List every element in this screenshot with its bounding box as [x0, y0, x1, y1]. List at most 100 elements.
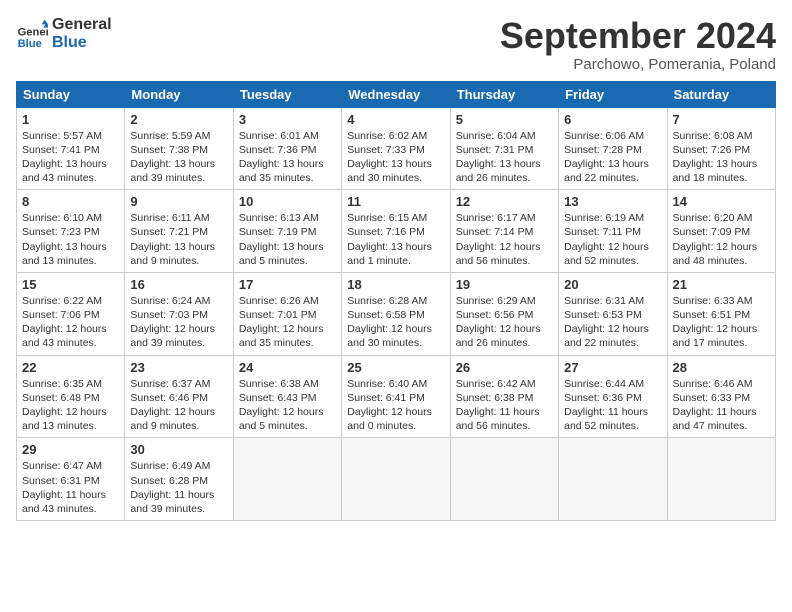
day-cell: 23 Sunrise: 6:37 AMSunset: 6:46 PMDayligh… — [125, 355, 233, 438]
day-number: 27 — [564, 360, 661, 375]
day-cell: 21Sunrise: 6:33 AMSunset: 6:51 PMDayligh… — [667, 272, 775, 355]
col-header-sunday: Sunday — [17, 81, 125, 107]
day-cell: 2Sunrise: 5:59 AMSunset: 7:38 PMDaylight… — [125, 107, 233, 190]
day-cell: 4 Sunrise: 6:02 AMSunset: 7:33 PMDaylight… — [342, 107, 450, 190]
day-cell: 6 Sunrise: 6:06 AMSunset: 7:28 PMDaylight… — [559, 107, 667, 190]
logo-icon: General Blue — [16, 18, 48, 50]
day-number: 4 — [347, 112, 444, 127]
svg-text:General: General — [18, 26, 48, 38]
week-row: 15 Sunrise: 6:22 AMSunset: 7:06 PMDayligh… — [17, 272, 776, 355]
day-cell: 24 Sunrise: 6:38 AMSunset: 6:43 PMDayligh… — [233, 355, 341, 438]
day-info: Sunrise: 6:01 AMSunset: 7:36 PMDaylight:… — [239, 129, 336, 186]
day-info: Sunrise: 6:19 AMSunset: 7:11 PMDaylight:… — [564, 211, 661, 268]
day-number: 12 — [456, 194, 553, 209]
day-info: Sunrise: 6:26 AMSunset: 7:01 PMDaylight:… — [239, 294, 336, 351]
calendar-header-row: SundayMondayTuesdayWednesdayThursdayFrid… — [17, 81, 776, 107]
day-cell: 12 Sunrise: 6:17 AMSunset: 7:14 PMDayligh… — [450, 190, 558, 273]
day-info: Sunrise: 6:02 AMSunset: 7:33 PMDaylight:… — [347, 129, 444, 186]
day-cell: 22 Sunrise: 6:35 AMSunset: 6:48 PMDayligh… — [17, 355, 125, 438]
col-header-thursday: Thursday — [450, 81, 558, 107]
month-title: September 2024 — [500, 16, 776, 56]
calendar-table: SundayMondayTuesdayWednesdayThursdayFrid… — [16, 81, 776, 521]
day-cell: 15 Sunrise: 6:22 AMSunset: 7:06 PMDayligh… — [17, 272, 125, 355]
day-number: 14 — [673, 194, 770, 209]
day-info: Sunrise: 6:29 AMSunset: 6:56 PMDaylight:… — [456, 294, 553, 351]
day-number: 15 — [22, 277, 119, 292]
day-info: Sunrise: 6:35 AMSunset: 6:48 PMDaylight:… — [22, 377, 119, 434]
day-number: 23 — [130, 360, 227, 375]
day-info: Sunrise: 5:57 AMSunset: 7:41 PMDaylight:… — [22, 129, 119, 186]
day-cell — [233, 438, 341, 521]
day-number: 18 — [347, 277, 444, 292]
day-info: Sunrise: 6:15 AMSunset: 7:16 PMDaylight:… — [347, 211, 444, 268]
day-number: 13 — [564, 194, 661, 209]
week-row: 29Sunrise: 6:47 AMSunset: 6:31 PMDayligh… — [17, 438, 776, 521]
day-cell: 13 Sunrise: 6:19 AMSunset: 7:11 PMDayligh… — [559, 190, 667, 273]
day-info: Sunrise: 6:20 AMSunset: 7:09 PMDaylight:… — [673, 211, 770, 268]
location-subtitle: Parchowo, Pomerania, Poland — [500, 56, 776, 73]
day-number: 5 — [456, 112, 553, 127]
day-number: 17 — [239, 277, 336, 292]
day-cell: 10 Sunrise: 6:13 AMSunset: 7:19 PMDayligh… — [233, 190, 341, 273]
page-header: General Blue General Blue September 2024… — [16, 16, 776, 73]
day-number: 19 — [456, 277, 553, 292]
day-cell: 29Sunrise: 6:47 AMSunset: 6:31 PMDayligh… — [17, 438, 125, 521]
day-number: 29 — [22, 442, 119, 457]
day-number: 9 — [130, 194, 227, 209]
day-cell: 26 Sunrise: 6:42 AMSunset: 6:38 PMDayligh… — [450, 355, 558, 438]
day-number: 28 — [673, 360, 770, 375]
day-info: Sunrise: 6:22 AMSunset: 7:06 PMDaylight:… — [22, 294, 119, 351]
day-number: 10 — [239, 194, 336, 209]
day-info: Sunrise: 6:06 AMSunset: 7:28 PMDaylight:… — [564, 129, 661, 186]
day-cell — [667, 438, 775, 521]
logo: General Blue General Blue — [16, 16, 112, 51]
week-row: 22 Sunrise: 6:35 AMSunset: 6:48 PMDayligh… — [17, 355, 776, 438]
day-number: 1 — [22, 112, 119, 127]
day-info: Sunrise: 6:24 AMSunset: 7:03 PMDaylight:… — [130, 294, 227, 351]
day-number: 25 — [347, 360, 444, 375]
day-number: 22 — [22, 360, 119, 375]
logo-general: General — [52, 16, 112, 34]
day-info: Sunrise: 6:46 AMSunset: 6:33 PMDaylight:… — [673, 377, 770, 434]
day-number: 3 — [239, 112, 336, 127]
day-number: 7 — [673, 112, 770, 127]
day-cell: 9 Sunrise: 6:11 AMSunset: 7:21 PMDaylight… — [125, 190, 233, 273]
day-info: Sunrise: 6:31 AMSunset: 6:53 PMDaylight:… — [564, 294, 661, 351]
day-cell: 14 Sunrise: 6:20 AMSunset: 7:09 PMDayligh… — [667, 190, 775, 273]
day-cell: 20 Sunrise: 6:31 AMSunset: 6:53 PMDayligh… — [559, 272, 667, 355]
day-cell: 16Sunrise: 6:24 AMSunset: 7:03 PMDayligh… — [125, 272, 233, 355]
day-cell — [450, 438, 558, 521]
day-info: Sunrise: 5:59 AMSunset: 7:38 PMDaylight:… — [130, 129, 227, 186]
day-cell: 25 Sunrise: 6:40 AMSunset: 6:41 PMDayligh… — [342, 355, 450, 438]
day-cell: 11Sunrise: 6:15 AMSunset: 7:16 PMDayligh… — [342, 190, 450, 273]
day-info: Sunrise: 6:49 AMSunset: 6:28 PMDaylight:… — [130, 459, 227, 516]
col-header-tuesday: Tuesday — [233, 81, 341, 107]
day-cell: 28 Sunrise: 6:46 AMSunset: 6:33 PMDayligh… — [667, 355, 775, 438]
day-number: 8 — [22, 194, 119, 209]
day-number: 20 — [564, 277, 661, 292]
day-info: Sunrise: 6:13 AMSunset: 7:19 PMDaylight:… — [239, 211, 336, 268]
week-row: 1 Sunrise: 5:57 AMSunset: 7:41 PMDaylight… — [17, 107, 776, 190]
week-row: 8 Sunrise: 6:10 AMSunset: 7:23 PMDaylight… — [17, 190, 776, 273]
day-number: 24 — [239, 360, 336, 375]
day-info: Sunrise: 6:44 AMSunset: 6:36 PMDaylight:… — [564, 377, 661, 434]
day-cell: 7Sunrise: 6:08 AMSunset: 7:26 PMDaylight… — [667, 107, 775, 190]
day-number: 6 — [564, 112, 661, 127]
day-cell — [342, 438, 450, 521]
day-info: Sunrise: 6:40 AMSunset: 6:41 PMDaylight:… — [347, 377, 444, 434]
day-info: Sunrise: 6:37 AMSunset: 6:46 PMDaylight:… — [130, 377, 227, 434]
day-info: Sunrise: 6:11 AMSunset: 7:21 PMDaylight:… — [130, 211, 227, 268]
col-header-monday: Monday — [125, 81, 233, 107]
day-info: Sunrise: 6:17 AMSunset: 7:14 PMDaylight:… — [456, 211, 553, 268]
day-number: 26 — [456, 360, 553, 375]
day-cell — [559, 438, 667, 521]
title-block: September 2024 Parchowo, Pomerania, Pola… — [500, 16, 776, 73]
day-info: Sunrise: 6:10 AMSunset: 7:23 PMDaylight:… — [22, 211, 119, 268]
day-cell: 5Sunrise: 6:04 AMSunset: 7:31 PMDaylight… — [450, 107, 558, 190]
day-info: Sunrise: 6:42 AMSunset: 6:38 PMDaylight:… — [456, 377, 553, 434]
day-cell: 3 Sunrise: 6:01 AMSunset: 7:36 PMDaylight… — [233, 107, 341, 190]
day-info: Sunrise: 6:38 AMSunset: 6:43 PMDaylight:… — [239, 377, 336, 434]
svg-text:Blue: Blue — [18, 37, 42, 49]
col-header-wednesday: Wednesday — [342, 81, 450, 107]
col-header-friday: Friday — [559, 81, 667, 107]
